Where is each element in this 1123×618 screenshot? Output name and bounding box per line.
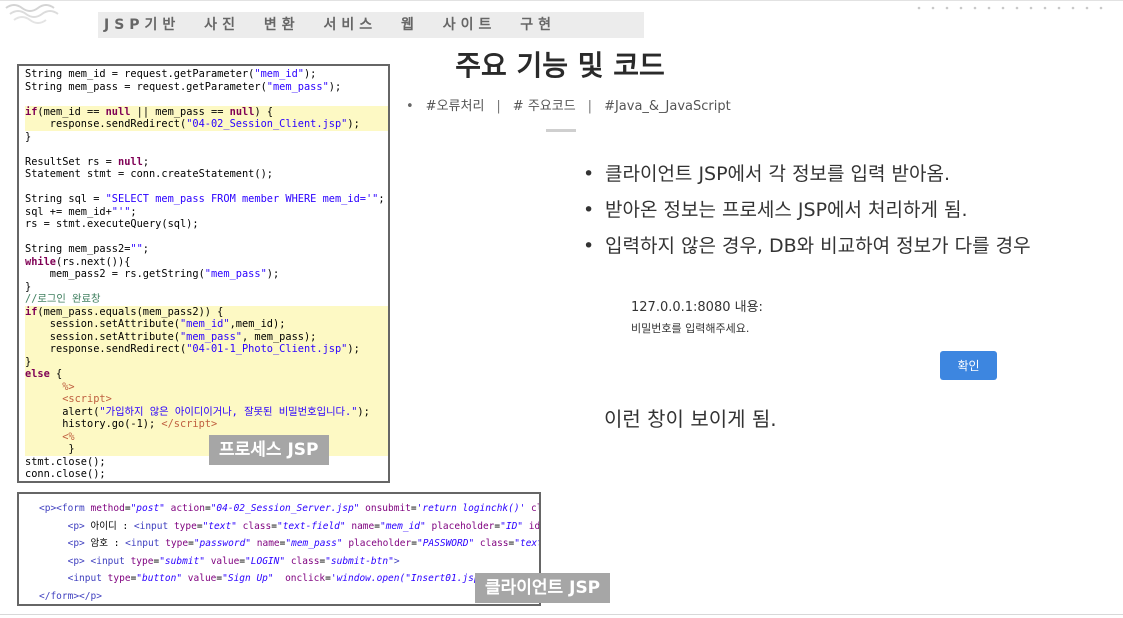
list-item: • 클라이언트 JSP에서 각 정보를 입력 받아옴. (583, 160, 1031, 196)
tag-main-code: # 주요코드 (512, 99, 576, 114)
tag-bullet: • (406, 99, 414, 114)
wave-decoration-icon (5, 4, 59, 24)
list-item-text: 입력하지 않은 경우, DB와 비교하여 정보가 다를 경우 (605, 235, 1031, 257)
server-jsp-label: 프로세스 JSP (209, 435, 329, 465)
explanation-list: • 클라이언트 JSP에서 각 정보를 입력 받아옴. • 받아온 정보는 프로세스… (583, 160, 1031, 268)
client-code: <p><form method="post" action="04-02_Ses… (39, 503, 541, 602)
bottom-rule (0, 614, 1123, 615)
list-item-text: 받아온 정보는 프로세스 JSP에서 처리하게 됨. (605, 199, 968, 221)
dot-pattern-decoration (917, 6, 1103, 10)
tag-java-javascript: #Java_&_JavaScript (604, 99, 731, 114)
tag-separator: | (496, 99, 501, 114)
slide-title: 주요 기능 및 코드 (455, 49, 665, 82)
alert-dialog-origin: 127.0.0.1:8080 내용: (631, 300, 763, 315)
server-code: String mem_id = request.getParameter("me… (19, 66, 388, 481)
list-item-text: 클라이언트 JSP에서 각 정보를 입력 받아옴. (605, 163, 951, 185)
tag-list: • #오류처리 | # 주요코드 | #Java_&_JavaScript (406, 95, 731, 114)
client-jsp-label: 클라이언트 JSP (475, 573, 611, 603)
server-code-screenshot: String mem_id = request.getParameter("me… (17, 64, 390, 483)
bullet-glyph: • (583, 235, 595, 257)
bullet-glyph: • (583, 199, 595, 221)
dialog-caption: 이런 창이 보이게 됨. (604, 407, 777, 431)
tag-separator: | (587, 99, 593, 114)
list-item: • 받아온 정보는 프로세스 JSP에서 처리하게 됨. (583, 196, 1031, 232)
section-header: JSP기반 사진 변환 서비스 웹 사이트 구현 (98, 12, 644, 38)
alert-ok-button[interactable]: 확인 (940, 351, 997, 380)
tag-error-handling: #오류처리 (425, 99, 485, 114)
alert-dialog-message: 비밀번호를 입력해주세요. (631, 322, 750, 335)
list-item: • 입력하지 않은 경우, DB와 비교하여 정보가 다를 경우 (583, 232, 1031, 268)
bullet-glyph: • (583, 163, 595, 185)
title-divider (546, 129, 576, 132)
top-rule (0, 0, 1123, 1)
client-code-screenshot: <p><form method="post" action="04-02_Ses… (17, 492, 541, 606)
